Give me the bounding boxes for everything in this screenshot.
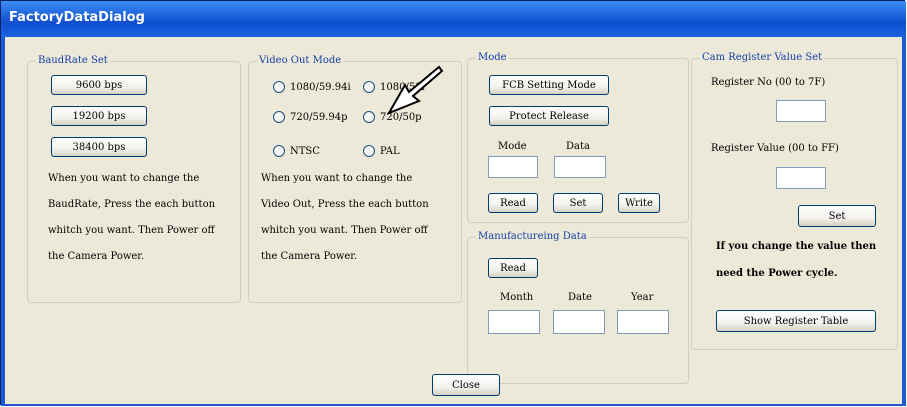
data-label: Data bbox=[566, 141, 590, 152]
baudrate-legend: BaudRate Set bbox=[36, 55, 110, 67]
radio-circle-icon[interactable] bbox=[273, 145, 285, 157]
date-label: Date bbox=[568, 292, 592, 303]
radio-ntsc[interactable]: NTSC bbox=[273, 145, 320, 157]
power-cycle-note-line2: need the Power cycle. bbox=[716, 268, 838, 279]
radio-label: PAL bbox=[380, 145, 400, 157]
register-no-label: Register No (00 to 7F) bbox=[711, 77, 826, 88]
baudrate-help-line4: the Camera Power. bbox=[48, 251, 145, 262]
mode-write-button[interactable]: Write bbox=[618, 193, 660, 213]
protect-release-button[interactable]: Protect Release bbox=[489, 106, 609, 126]
cam-register-group: Cam Register Value Set Register No (00 t… bbox=[691, 52, 898, 350]
video-out-help-line1: When you want to change the bbox=[261, 173, 413, 184]
manufacturing-legend: Manufactureing Data bbox=[476, 231, 589, 243]
mode-input[interactable] bbox=[488, 156, 538, 178]
title-bar[interactable]: FactoryDataDialog bbox=[1, 1, 906, 37]
video-out-legend: Video Out Mode bbox=[257, 55, 344, 67]
radio-pal[interactable]: PAL bbox=[363, 145, 400, 157]
baud-19200-button[interactable]: 19200 bps bbox=[51, 106, 147, 126]
mode-read-button[interactable]: Read bbox=[488, 193, 538, 213]
power-cycle-note-line1: If you change the value then bbox=[716, 241, 877, 252]
register-value-input[interactable] bbox=[776, 167, 826, 189]
month-input[interactable] bbox=[488, 310, 540, 334]
fcb-setting-mode-button[interactable]: FCB Setting Mode bbox=[489, 75, 609, 95]
baud-38400-button[interactable]: 38400 bps bbox=[51, 137, 147, 157]
mode-group: Mode FCB Setting Mode Protect Release Mo… bbox=[467, 52, 689, 223]
video-out-help-line3: whitch you want. Then Power off bbox=[261, 225, 428, 236]
factory-data-dialog: FactoryDataDialog BaudRate Set 9600 bps … bbox=[0, 0, 906, 406]
register-no-input[interactable] bbox=[776, 100, 826, 122]
show-register-table-button[interactable]: Show Register Table bbox=[716, 310, 876, 332]
radio-label: 720/59.94p bbox=[290, 111, 348, 123]
baudrate-help-line2: BaudRate, Press the each button bbox=[48, 199, 216, 210]
cam-register-legend: Cam Register Value Set bbox=[700, 52, 825, 64]
baudrate-help-line1: When you want to change the bbox=[48, 173, 200, 184]
register-set-button[interactable]: Set bbox=[798, 205, 876, 227]
arrow-pointer-icon bbox=[386, 65, 444, 115]
radio-circle-icon[interactable] bbox=[363, 111, 375, 123]
radio-circle-icon[interactable] bbox=[273, 111, 285, 123]
window-frame-bottom bbox=[1, 404, 906, 406]
window-title: FactoryDataDialog bbox=[9, 10, 145, 25]
baudrate-help-line3: whitch you want. Then Power off bbox=[48, 225, 215, 236]
mode-label: Mode bbox=[498, 141, 527, 152]
dialog-client-area: BaudRate Set 9600 bps 19200 bps 38400 bp… bbox=[5, 37, 902, 404]
radio-720-5994p[interactable]: 720/59.94p bbox=[273, 111, 348, 123]
year-label: Year bbox=[631, 292, 654, 303]
radio-circle-icon[interactable] bbox=[363, 81, 375, 93]
radio-label: NTSC bbox=[290, 145, 320, 157]
close-button[interactable]: Close bbox=[432, 374, 500, 396]
radio-circle-icon[interactable] bbox=[273, 81, 285, 93]
data-input[interactable] bbox=[554, 156, 606, 178]
register-value-label: Register Value (00 to FF) bbox=[711, 143, 839, 154]
radio-1080-5994i[interactable]: 1080/59.94i bbox=[273, 81, 351, 93]
month-label: Month bbox=[500, 292, 534, 303]
manufacturing-group: Manufactureing Data Read Month Date Year bbox=[467, 231, 689, 384]
video-out-help-line2: Video Out, Press the each button bbox=[261, 199, 429, 210]
year-input[interactable] bbox=[617, 310, 669, 334]
radio-label: 1080/59.94i bbox=[290, 81, 351, 93]
window-frame-right bbox=[902, 37, 906, 406]
mode-set-button[interactable]: Set bbox=[553, 193, 603, 213]
baud-9600-button[interactable]: 9600 bps bbox=[51, 75, 147, 95]
baudrate-group: BaudRate Set 9600 bps 19200 bps 38400 bp… bbox=[27, 55, 241, 303]
video-out-help-line4: the Camera Power. bbox=[261, 251, 358, 262]
date-input[interactable] bbox=[553, 310, 605, 334]
radio-circle-icon[interactable] bbox=[363, 145, 375, 157]
manufacturing-read-button[interactable]: Read bbox=[488, 258, 538, 278]
mode-legend: Mode bbox=[476, 52, 509, 64]
